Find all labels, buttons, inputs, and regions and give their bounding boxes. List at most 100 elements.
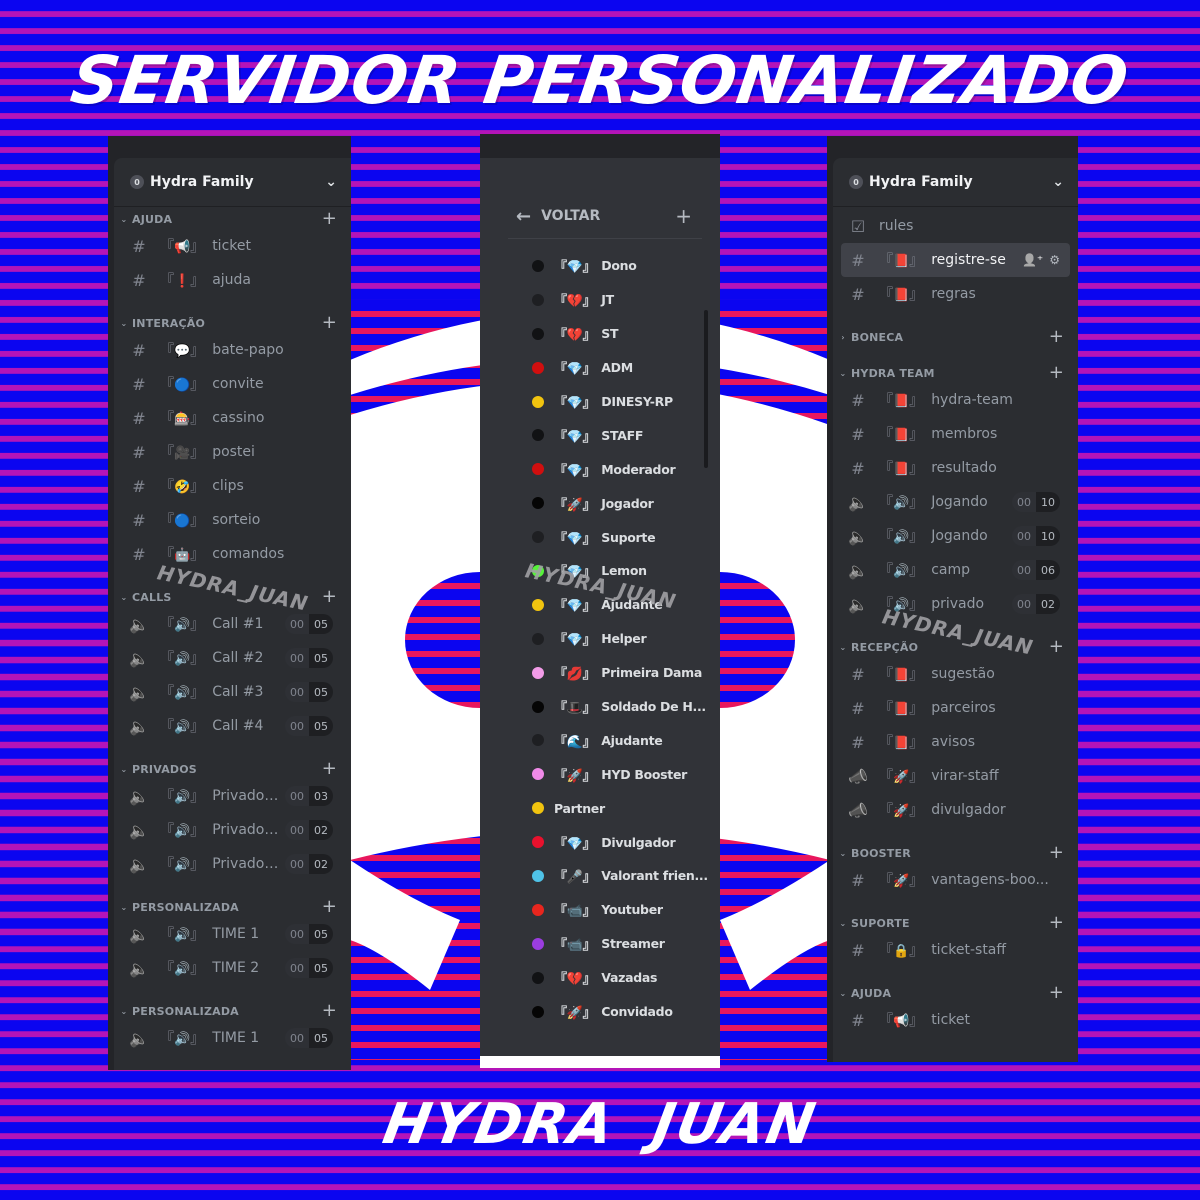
chevron-down-icon[interactable]: ⌄ [1052, 174, 1064, 190]
add-channel-button[interactable]: + [1049, 328, 1064, 346]
role-item[interactable]: 『💎』 Moderador [480, 452, 720, 486]
channel-text[interactable]: 📣 『🚀』 divulgador [833, 793, 1070, 827]
channel-text[interactable]: # 『📢』 ticket [114, 229, 343, 263]
channel-voice[interactable]: 🔈 『🔊』 Privado ... 00 02 [114, 847, 343, 881]
role-name: Lemon [601, 563, 647, 579]
category-header[interactable]: ⌄ INTERAÇÃO + [114, 313, 351, 333]
role-item[interactable]: 『💎』 Suporte [480, 520, 720, 554]
role-name: Partner [554, 800, 605, 816]
channel-text[interactable]: # 『🎥』 postei [114, 435, 343, 469]
channel-voice[interactable]: 🔈 『🔊』 Jogando 00 10 [833, 519, 1070, 553]
add-channel-button[interactable]: + [1049, 984, 1064, 1002]
add-channel-button[interactable]: + [1049, 638, 1064, 656]
chevron-down-icon[interactable]: ⌄ [325, 174, 337, 190]
role-item[interactable]: 『🎩』 Soldado De H... [480, 690, 720, 724]
role-item[interactable]: 『📹』 Youtuber [480, 893, 720, 927]
channel-text[interactable]: # 『🚀』 vantagens-boo... [833, 863, 1070, 897]
channel-name: camp [931, 562, 970, 578]
channel-text[interactable]: # 『🔵』 convite [114, 367, 343, 401]
add-channel-button[interactable]: + [322, 760, 337, 778]
add-channel-button[interactable]: + [322, 1002, 337, 1020]
role-item[interactable]: 『💎』 Helper [480, 622, 720, 656]
channel-text[interactable]: ☑ rules [833, 209, 1070, 243]
category-header[interactable]: › BONECA + [833, 327, 1078, 347]
role-item[interactable]: 『💎』 ADM [480, 351, 720, 385]
hash-icon: # [132, 442, 146, 462]
channel-text[interactable]: # 『🔒』 ticket-staff [833, 933, 1070, 967]
channel-text[interactable]: # 『💬』 bate-papo [114, 333, 343, 367]
channel-text[interactable]: # 『📕』 sugestão [833, 657, 1070, 691]
category-header[interactable]: ⌄ SUPORTE + [833, 913, 1078, 933]
category-header[interactable]: ⌄ CALLS + [114, 587, 351, 607]
channel-voice[interactable]: 🔈 『🔊』 TIME 2 00 05 [114, 951, 343, 985]
gear-icon[interactable]: ⚙ [1049, 253, 1060, 267]
add-channel-button[interactable]: + [322, 314, 337, 332]
channel-text[interactable]: # 『📕』 resultado [833, 451, 1070, 485]
back-button[interactable]: ← VOLTAR + [508, 194, 702, 239]
role-item[interactable]: 『💎』 STAFF [480, 418, 720, 452]
add-channel-button[interactable]: + [1049, 914, 1064, 932]
channel-voice[interactable]: 🔈 『🔊』 camp 00 06 [833, 553, 1070, 587]
channel-text[interactable]: # 『📕』 regras [833, 277, 1070, 311]
role-item[interactable]: 『💎』 Dono [480, 249, 720, 283]
channel-voice[interactable]: 🔈 『🔊』 Privado ... 00 02 [114, 813, 343, 847]
add-channel-button[interactable]: + [322, 210, 337, 228]
channel-voice[interactable]: 🔈 『🔊』 Privado ... 00 03 [114, 779, 343, 813]
category-header[interactable]: ⌄ HYDRA TEAM + [833, 363, 1078, 383]
role-item[interactable]: 『💎』 DINESY-RP [480, 385, 720, 419]
channel-voice[interactable]: 🔈 『🔊』 Call #1 00 05 [114, 607, 343, 641]
role-item[interactable]: 『🚀』 Convidado [480, 995, 720, 1029]
role-item[interactable]: 『🚀』 Jogador [480, 486, 720, 520]
category-header[interactable]: ⌄ BOOSTER + [833, 843, 1078, 863]
add-channel-button[interactable]: + [322, 898, 337, 916]
channel-text[interactable]: # 『📕』 parceiros [833, 691, 1070, 725]
channel-text[interactable]: # 『📕』 hydra-team [833, 383, 1070, 417]
category-header[interactable]: ⌄ PERSONALIZADA + [114, 897, 351, 917]
role-item[interactable]: 『💎』 Divulgador [480, 825, 720, 859]
role-item[interactable]: Partner [480, 791, 720, 825]
category-header[interactable]: ⌄ PERSONALIZADA + [114, 1001, 351, 1021]
channel-voice[interactable]: 🔈 『🔊』 Jogando 00 10 [833, 485, 1070, 519]
channel-text[interactable]: # 『🔵』 sorteio [114, 503, 343, 537]
role-item[interactable]: 『🌊』 Ajudante [480, 723, 720, 757]
channel-voice[interactable]: 🔈 『🔊』 privado 00 02 [833, 587, 1070, 621]
category-header[interactable]: ⌄ AJUDA + [833, 983, 1078, 1003]
channel-voice[interactable]: 🔈 『🔊』 Call #3 00 05 [114, 675, 343, 709]
role-item[interactable]: 『📹』 Streamer [480, 927, 720, 961]
role-item[interactable]: 『💔』 Vazadas [480, 961, 720, 995]
channel-text[interactable]: # 『❗』 ajuda [114, 263, 343, 297]
server-header[interactable]: 0 Hydra Family ⌄ [833, 158, 1078, 207]
category-header[interactable]: ⌄ AJUDA + [114, 209, 351, 229]
channel-voice[interactable]: 🔈 『🔊』 TIME 1 00 05 [114, 1021, 343, 1055]
role-item[interactable]: 『💋』 Primeira Dama [480, 656, 720, 690]
add-channel-button[interactable]: + [322, 588, 337, 606]
channel-text[interactable]: # 『📕』 membros [833, 417, 1070, 451]
channel-name: comandos [212, 546, 285, 562]
add-channel-button[interactable]: + [1049, 844, 1064, 862]
channel-voice[interactable]: 🔈 『🔊』 Call #4 00 05 [114, 709, 343, 743]
category-header[interactable]: ⌄ RECEPÇÃO + [833, 637, 1078, 657]
role-list: 『💎』 Dono 『💔』 JT 『💔』 ST 『💎』 ADM 『💎』 DINESY-RP 『💎』 ST… [480, 249, 720, 1028]
channel-text[interactable]: # 『🤖』 comandos [114, 537, 343, 571]
add-role-button[interactable]: + [675, 204, 692, 228]
role-item[interactable]: 『🚀』 HYD Booster [480, 757, 720, 791]
invite-icon[interactable]: 👤⁺ [1022, 253, 1043, 267]
channel-text[interactable]: # 『🎰』 cassino [114, 401, 343, 435]
add-channel-button[interactable]: + [1049, 364, 1064, 382]
scrollbar[interactable] [704, 310, 708, 468]
role-item[interactable]: 『💔』 ST [480, 317, 720, 351]
role-item[interactable]: 『🎤』 Valorant frien... [480, 859, 720, 893]
channel-voice[interactable]: 🔈 『🔊』 Call #2 00 05 [114, 641, 343, 675]
category-header[interactable]: ⌄ PRIVADOS + [114, 759, 351, 779]
role-item[interactable]: 『💎』 Ajudante [480, 588, 720, 622]
channel-text[interactable]: # 『📕』 registre-se 👤⁺ ⚙ [841, 243, 1070, 277]
channel-text[interactable]: 📣 『🚀』 virar-staff [833, 759, 1070, 793]
channel-text[interactable]: # 『📢』 ticket [833, 1003, 1070, 1037]
channel-text[interactable]: # 『🤣』 clips [114, 469, 343, 503]
user-limit: 02 [309, 820, 333, 840]
role-item[interactable]: 『💔』 JT [480, 283, 720, 317]
channel-text[interactable]: # 『📕』 avisos [833, 725, 1070, 759]
role-item[interactable]: 『💎』 Lemon [480, 554, 720, 588]
server-header[interactable]: 0 Hydra Family ⌄ [114, 158, 351, 207]
channel-voice[interactable]: 🔈 『🔊』 TIME 1 00 05 [114, 917, 343, 951]
